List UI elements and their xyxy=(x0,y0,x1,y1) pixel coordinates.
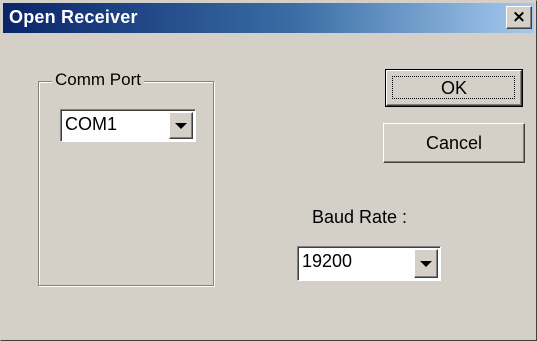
window-title: Open Receiver xyxy=(9,7,138,27)
baud-rate-select[interactable]: 19200 xyxy=(297,246,441,281)
comm-port-value: COM1 xyxy=(65,114,118,134)
chevron-down-icon xyxy=(175,122,187,129)
comm-port-select[interactable]: COM1 xyxy=(60,109,196,142)
baud-rate-label: Baud Rate : xyxy=(312,207,408,227)
comm-port-group-label: Comm Port xyxy=(52,69,144,91)
title-bar[interactable]: Open Receiver × xyxy=(3,3,534,33)
cancel-button[interactable]: Cancel xyxy=(383,123,525,163)
ok-button[interactable]: OK xyxy=(385,69,523,107)
chevron-down-icon xyxy=(420,260,432,267)
cancel-button-label: Cancel xyxy=(425,132,483,153)
baud-rate-value: 19200 xyxy=(302,251,353,271)
close-button[interactable]: × xyxy=(506,6,532,29)
dialog-window: Open Receiver × Comm Port COM1 OK Cancel… xyxy=(0,0,537,341)
ok-button-label: OK xyxy=(440,77,467,98)
comm-port-dropdown-button[interactable] xyxy=(169,112,193,139)
close-icon: × xyxy=(511,7,527,27)
baud-rate-dropdown-button[interactable] xyxy=(414,249,438,278)
